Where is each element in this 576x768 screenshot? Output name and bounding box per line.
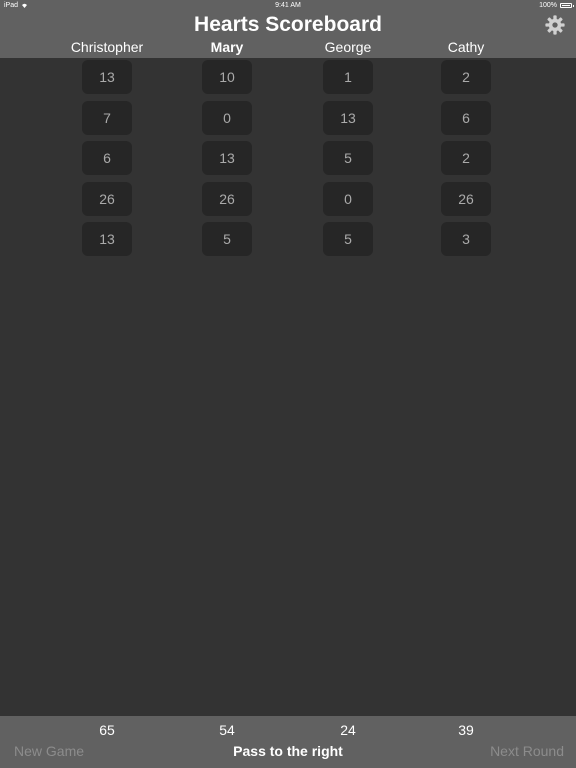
score-cell[interactable]: 13	[323, 101, 373, 135]
page-title: Hearts Scoreboard	[194, 13, 382, 36]
battery-icon	[560, 3, 574, 8]
player-name-cathy[interactable]: Cathy	[396, 39, 536, 55]
score-cell[interactable]: 3	[441, 222, 491, 256]
battery-label: 100%	[539, 2, 557, 9]
status-time: 9:41 AM	[275, 2, 301, 9]
player-name-christopher[interactable]: Christopher	[37, 39, 177, 55]
footer-toolbar: 65 54 24 39 New Game Pass to the right N…	[0, 716, 576, 768]
score-cell[interactable]: 2	[441, 60, 491, 94]
score-cell[interactable]: 5	[323, 141, 373, 175]
score-cell[interactable]: 0	[323, 182, 373, 216]
score-cell[interactable]: 10	[202, 60, 252, 94]
score-cell[interactable]: 5	[323, 222, 373, 256]
score-cell[interactable]: 26	[82, 182, 132, 216]
battery-indicator: 100%	[539, 2, 574, 9]
score-cell[interactable]: 5	[202, 222, 252, 256]
status-bar: iPad 9:41 AM 100%	[0, 0, 576, 12]
score-cell[interactable]: 7	[82, 101, 132, 135]
player-name-mary[interactable]: Mary	[157, 39, 297, 55]
score-cell[interactable]: 13	[82, 60, 132, 94]
score-grid: 13 7 6 26 13 10 0 13 26 5 1 13 5 0 5 2 6…	[0, 58, 576, 716]
header: Hearts Scoreboard Christopher Mary Georg…	[0, 12, 576, 58]
total-score-george: 24	[340, 722, 356, 738]
score-cell[interactable]: 0	[202, 101, 252, 135]
score-cell[interactable]: 26	[202, 182, 252, 216]
score-cell[interactable]: 13	[82, 222, 132, 256]
gear-icon[interactable]	[545, 15, 565, 35]
score-cell[interactable]: 1	[323, 60, 373, 94]
score-cell[interactable]: 26	[441, 182, 491, 216]
score-cell[interactable]: 13	[202, 141, 252, 175]
score-cell[interactable]: 6	[82, 141, 132, 175]
score-cell[interactable]: 6	[441, 101, 491, 135]
total-score-mary: 54	[219, 722, 235, 738]
total-score-cathy: 39	[458, 722, 474, 738]
score-cell[interactable]: 2	[441, 141, 491, 175]
next-round-button[interactable]: Next Round	[490, 743, 564, 759]
total-score-christopher: 65	[99, 722, 115, 738]
